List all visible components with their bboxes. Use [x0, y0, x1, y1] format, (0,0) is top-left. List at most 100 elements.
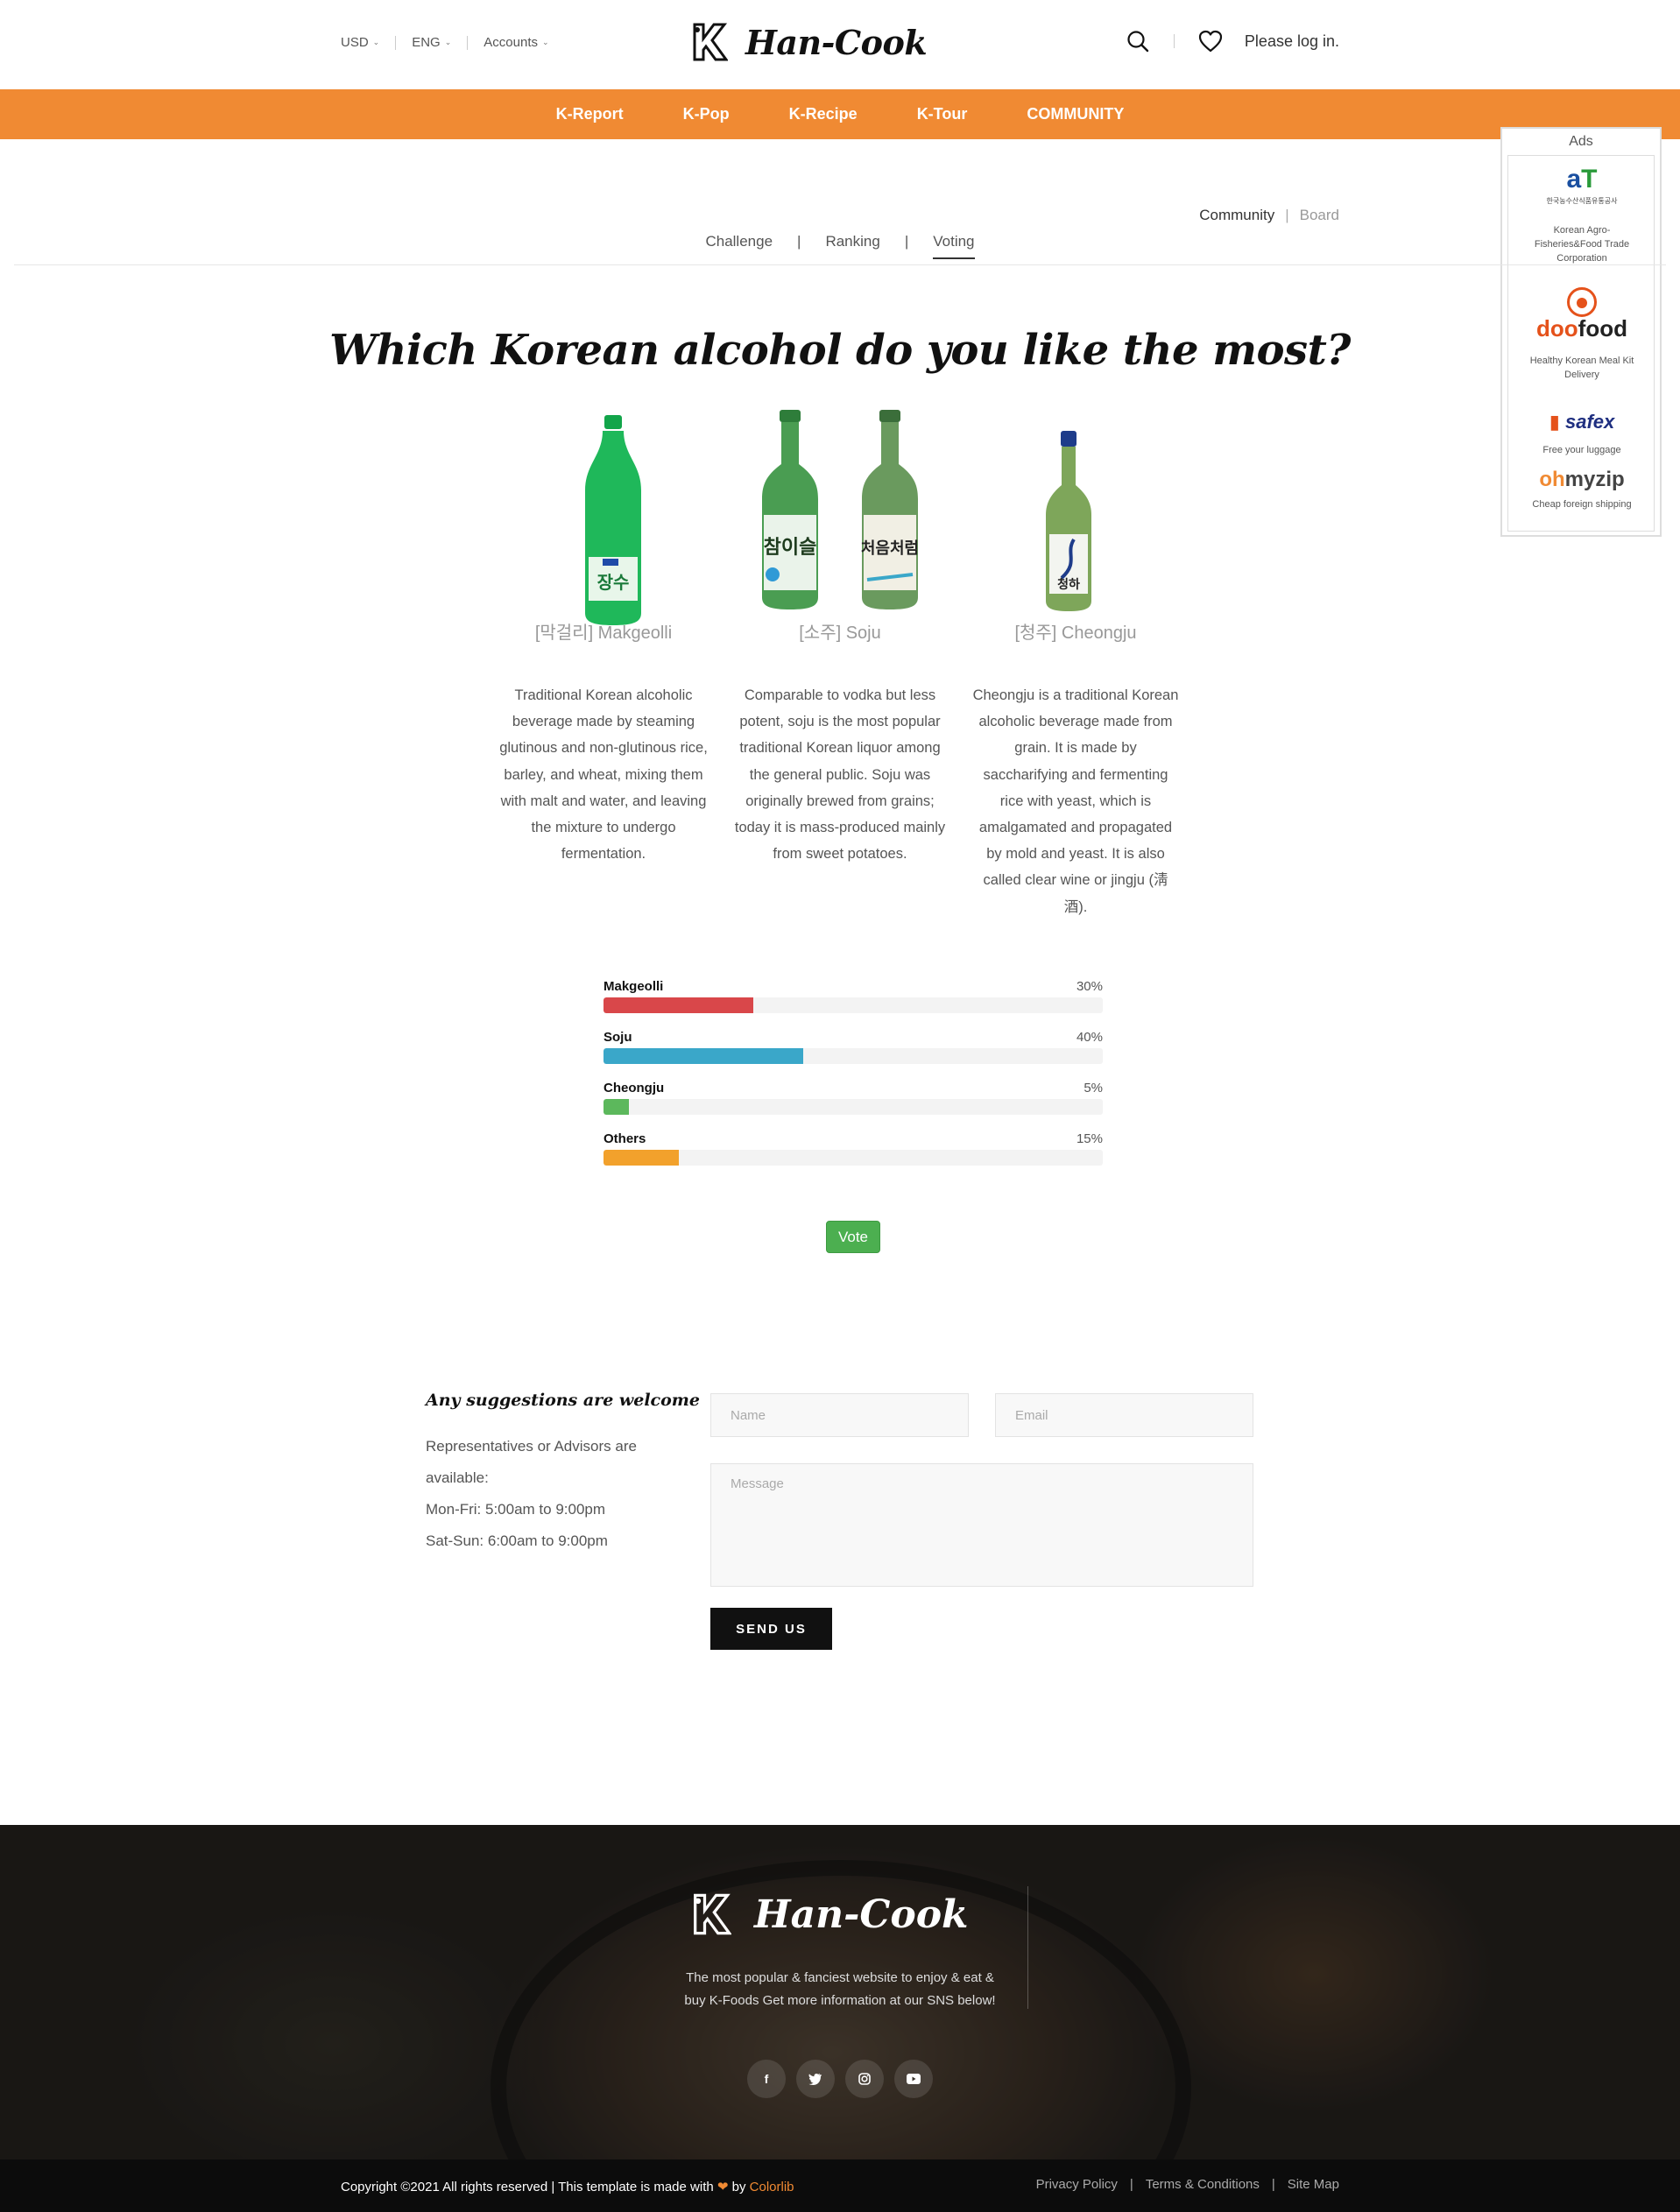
logo-k-icon: [694, 1893, 731, 1935]
makgeolli-bottle-label: 장수: [597, 572, 630, 593]
heart-icon: ❤: [716, 2180, 729, 2194]
copyright-by: by: [731, 2180, 746, 2194]
chevron-down-icon: ⌄: [541, 38, 549, 46]
nav-item-k-pop[interactable]: K-Pop: [683, 105, 730, 123]
contact-info: Representatives or Advisors are availabl…: [426, 1431, 662, 1557]
youtube-icon[interactable]: [894, 2060, 933, 2098]
poll-option-percent: 40%: [1076, 1030, 1103, 1045]
breadcrumb-community[interactable]: Community: [1199, 207, 1274, 224]
top-bar: USD ⌄ ENG ⌄ Accounts ⌄ Han-Cook Please l…: [0, 0, 1680, 89]
nav-item-k-recipe[interactable]: K-Recipe: [789, 105, 858, 123]
divider: [1173, 34, 1175, 48]
ad-sub-text: 한국농수산식품유통공사: [1546, 197, 1618, 205]
soju-bottle-label: 참이슬: [764, 537, 817, 559]
colorlib-link[interactable]: Colorlib: [750, 2180, 794, 2194]
twitter-icon[interactable]: [796, 2060, 835, 2098]
breadcrumb-board[interactable]: Board: [1300, 207, 1339, 224]
footer-divider: [1027, 1886, 1028, 2009]
poll-progress-fill: [604, 1150, 679, 1166]
accounts-select[interactable]: Accounts ⌄: [484, 35, 548, 50]
login-link[interactable]: Please log in.: [1245, 32, 1339, 51]
footer-links: Privacy Policy | Terms & Conditions | Si…: [1036, 2177, 1339, 2192]
poll-row-soju[interactable]: Soju 40%: [604, 1030, 1103, 1081]
message-field[interactable]: Message: [710, 1463, 1253, 1587]
tab-separator: |: [797, 233, 801, 250]
drink-description: Comparable to vodka but less potent, soj…: [734, 687, 946, 863]
chevron-down-icon: ⌄: [444, 38, 452, 46]
vote-button[interactable]: Vote: [826, 1221, 880, 1253]
poll-option-name: Soju: [604, 1030, 632, 1045]
ads-title: Ads: [1569, 134, 1593, 149]
doofood-logo-icon: [1567, 287, 1597, 317]
soju-bottle-cheoeumcheoreom: 처음처럼: [861, 410, 919, 609]
bottom-bar: Copyright ©2021 All rights reserved | Th…: [0, 2159, 1680, 2212]
poll-option-percent: 5%: [1084, 1081, 1103, 1095]
site-logo[interactable]: Han-Cook: [689, 21, 928, 63]
search-icon[interactable]: [1125, 28, 1151, 54]
footer-site-name: Han-Cook: [754, 1891, 969, 1937]
poll-row-cheongju[interactable]: Cheongju 5%: [604, 1081, 1103, 1131]
soju-bottle-chamisul: 참이슬: [762, 410, 818, 609]
poll-option-percent: 30%: [1076, 979, 1103, 994]
poll-progress-fill: [604, 997, 753, 1013]
site-map-link[interactable]: Site Map: [1288, 2177, 1339, 2192]
cheongju-bottle-label: 청하: [1057, 577, 1080, 592]
nav-item-k-tour[interactable]: K-Tour: [917, 105, 968, 123]
tab-separator: |: [904, 233, 909, 250]
footer-logo[interactable]: Han-Cook: [689, 1891, 969, 1937]
poll-question: Which Korean alcohol do you like the mos…: [329, 326, 1351, 375]
copyright: Copyright ©2021 All rights reserved | Th…: [341, 2179, 794, 2194]
email-field[interactable]: Email: [995, 1393, 1253, 1437]
cheongju-bottle: 청하: [1046, 431, 1091, 611]
nav-item-community[interactable]: COMMUNITY: [1027, 105, 1124, 123]
terms-link[interactable]: Terms & Conditions: [1146, 2177, 1260, 2192]
drink-card-soju: [소주] Soju Comparable to vodka but less p…: [731, 618, 949, 867]
breadcrumb-separator: |: [1285, 207, 1289, 223]
contact-line: Representatives or Advisors are: [426, 1438, 637, 1455]
breadcrumb: Community | Board: [1199, 207, 1339, 224]
facebook-icon[interactable]: f: [747, 2060, 786, 2098]
drink-description: Traditional Korean alcoholic beverage ma…: [499, 687, 708, 863]
top-left-menu: USD ⌄ ENG ⌄ Accounts ⌄: [341, 35, 549, 50]
currency-select[interactable]: USD ⌄: [341, 35, 379, 50]
poll-progress-track: [604, 1150, 1103, 1166]
social-links: f: [747, 2060, 933, 2098]
currency-value: USD: [341, 35, 369, 50]
heart-icon[interactable]: [1197, 28, 1224, 54]
site-name: Han-Cook: [745, 22, 928, 62]
divider: [467, 35, 469, 50]
divider: [395, 35, 397, 50]
accounts-label: Accounts: [484, 35, 538, 50]
drink-label: [청주] Cheongju: [1014, 623, 1137, 643]
instagram-icon[interactable]: [845, 2060, 884, 2098]
poll-results: Makgeolli 30% Soju 40% Cheongju 5% Other…: [604, 979, 1103, 1182]
poll-option-name: Others: [604, 1131, 646, 1146]
drink-label: [막걸리] Makgeolli: [534, 623, 673, 643]
section-divider: [14, 264, 1666, 265]
drink-description: Cheongju is a traditional Korean alcohol…: [972, 687, 1179, 915]
footer-description: The most popular & fanciest website to e…: [684, 1970, 996, 2008]
makgeolli-bottle: 장수: [585, 415, 641, 625]
send-button[interactable]: SEND US: [710, 1608, 832, 1650]
poll-progress-track: [604, 997, 1103, 1013]
poll-option-name: Cheongju: [604, 1081, 665, 1095]
contact-line: available:: [426, 1469, 489, 1486]
poll-progress-fill: [604, 1048, 803, 1064]
logo-k-icon: [693, 23, 728, 61]
sub-nav: Challenge | Ranking | Voting: [0, 233, 1680, 259]
poll-option-percent: 15%: [1076, 1131, 1103, 1146]
poll-row-makgeolli[interactable]: Makgeolli 30%: [604, 979, 1103, 1030]
tab-challenge[interactable]: Challenge: [705, 233, 773, 257]
language-select[interactable]: ENG ⌄: [412, 35, 451, 50]
name-field[interactable]: Name: [710, 1393, 969, 1437]
drinks-illustration: 장수 참이슬 처음처럼 청하: [585, 410, 1091, 625]
drink-card-cheongju: [청주] Cheongju Cheongju is a traditional …: [972, 618, 1179, 920]
contact-line: Sat-Sun: 6:00am to 9:00pm: [426, 1532, 608, 1549]
nav-item-k-report[interactable]: K-Report: [556, 105, 624, 123]
privacy-policy-link[interactable]: Privacy Policy: [1036, 2177, 1118, 2192]
poll-row-others[interactable]: Others 15%: [604, 1131, 1103, 1182]
tab-ranking[interactable]: Ranking: [825, 233, 879, 257]
drink-card-makgeolli: [막걸리] Makgeolli Traditional Korean alcoh…: [496, 618, 711, 867]
tab-voting[interactable]: Voting: [933, 233, 975, 259]
copyright-text: Copyright ©2021 All rights reserved | Th…: [341, 2180, 714, 2194]
